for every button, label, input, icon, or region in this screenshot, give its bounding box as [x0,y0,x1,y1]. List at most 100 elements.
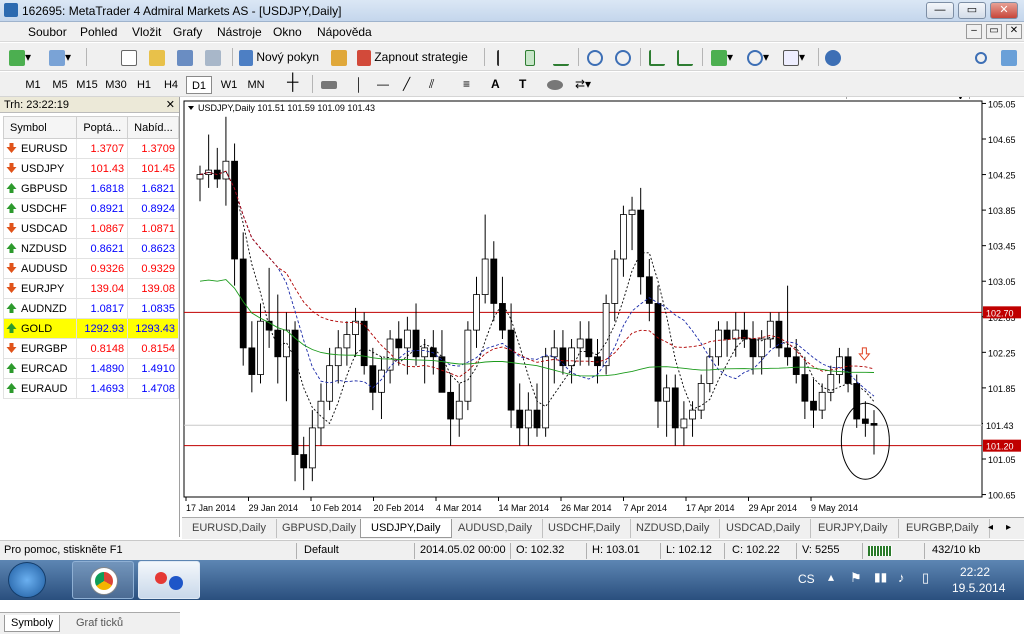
menu-vlozit[interactable]: Vložit [132,25,161,39]
channel-icon[interactable]: ⫽ [428,74,435,94]
tab-audusd[interactable]: AUDUSD,Daily [448,519,543,538]
templates-button[interactable]: ▾ [782,47,806,67]
symbol-cell[interactable]: EURCAD [2,358,78,379]
autoscroll-icon[interactable] [648,47,666,67]
table-row[interactable]: AUDNZD 1.0817 1.0835 [2,298,179,319]
metaeditor-icon[interactable] [330,47,348,67]
profiles-button[interactable]: ▾ [48,47,72,67]
tab-eurjpy[interactable]: EURJPY,Daily [808,519,899,538]
battery-icon[interactable]: ▯ [922,570,929,586]
vertical-line-icon[interactable] [350,74,361,94]
zoom-out-icon[interactable] [614,47,632,67]
volume-icon[interactable]: ♪ [898,570,905,585]
tf-h4[interactable]: H4 [158,76,184,94]
indicators-button[interactable]: ▾ [710,47,734,67]
chart-window[interactable]: 105.05 104.65 104.25 103.85 103.45 103.05 102.… [182,99,1024,517]
periods-button[interactable]: ▾ [746,47,770,67]
autotrading-button[interactable]: Zapnout strategie [356,47,473,67]
taskbar-metatrader[interactable] [138,561,200,599]
tester-icon[interactable] [204,47,222,67]
cursor-rect-icon[interactable] [320,74,338,94]
col-symbol[interactable]: Symbol [2,116,78,139]
tf-m1[interactable]: M1 [20,76,46,94]
zoom-in-icon[interactable] [586,47,604,67]
menu-okno[interactable]: Okno [273,25,302,39]
options-gear-icon[interactable] [824,47,842,67]
tab-usdcad[interactable]: USDCAD,Daily [716,519,811,538]
taskbar-chrome[interactable] [72,561,134,599]
table-row[interactable]: EURCAD 1.4890 1.4910 [2,358,179,379]
table-row[interactable]: USDCHF 0.8921 0.8924 [2,198,179,219]
fibonacci-icon[interactable]: ≡ [462,74,471,94]
tab-usdchf[interactable]: USDCHF,Daily [538,519,632,538]
navigator-icon[interactable] [148,47,166,67]
table-row[interactable]: USDCAD 1.0867 1.0871 [2,218,179,239]
tf-h1[interactable]: H1 [131,76,157,94]
maximize-button[interactable]: ▭ [958,2,986,19]
tf-m30[interactable]: M30 [103,76,129,94]
tf-w1[interactable]: W1 [216,76,242,94]
tab-tick-chart[interactable]: Graf ticků [70,615,129,631]
flag-icon[interactable]: ⚑ [850,570,862,586]
tab-scroll-left-icon[interactable]: ◂ [988,522,993,533]
menu-nastroje[interactable]: Nástroje [217,25,262,39]
table-row[interactable]: EURUSD 1.3707 1.3709 [2,138,179,159]
close-icon[interactable]: ✕ [166,98,175,111]
menu-napoveda[interactable]: Nápověda [317,25,372,39]
tab-eurusd[interactable]: EURUSD,Daily [182,519,277,538]
menu-grafy[interactable]: Grafy [173,25,202,39]
clock-date[interactable]: 19.5.2014 [952,581,1005,595]
symbol-cell[interactable]: NZDUSD [2,238,78,259]
symbol-cell[interactable]: EURUSD [2,138,78,159]
text-icon[interactable]: A [490,74,501,94]
tf-m5[interactable]: M5 [47,76,73,94]
table-row[interactable]: GOLD 1292.93 1293.43 [2,318,179,339]
candlestick-icon[interactable] [524,47,536,67]
tray-arrow-icon[interactable]: ▴ [828,570,834,584]
text-label-icon[interactable]: T [518,74,527,94]
horizontal-line-icon[interactable]: — [376,74,390,94]
minimize-button[interactable]: — [926,2,954,19]
crosshair-toolbar-icon[interactable] [120,47,138,67]
tab-nzdusd[interactable]: NZDUSD,Daily [626,519,721,538]
symbol-cell[interactable]: USDJPY [2,158,78,179]
close-button[interactable]: ✕ [990,2,1018,19]
language-indicator[interactable]: CS [798,572,815,586]
network-icon[interactable]: ▮▮ [874,570,887,584]
tab-eurgbp[interactable]: EURGBP,Daily [896,519,990,538]
price-chart[interactable]: 105.05 104.65 104.25 103.85 103.45 103.05 102.… [182,99,1024,517]
arrows-icon[interactable]: ⇄▾ [574,74,592,94]
table-row[interactable]: AUDUSD 0.9326 0.9329 [2,258,179,279]
tab-symbols[interactable]: Symboly [4,615,61,632]
table-row[interactable]: USDJPY 101.43 101.45 [2,158,179,179]
table-row[interactable]: GBPUSD 1.6818 1.6821 [2,178,179,199]
new-chart-button[interactable]: ▾ [8,47,32,67]
crosshair-icon[interactable]: ┼ [286,74,299,94]
symbol-cell[interactable]: AUDNZD [2,298,78,319]
bar-chart-icon[interactable] [496,47,514,67]
tab-gbpusd[interactable]: GBPUSD,Daily [272,519,367,538]
symbol-cell[interactable]: GOLD [2,318,78,339]
col-bid[interactable]: Poptá... [76,116,129,139]
symbol-cell[interactable]: USDCAD [2,218,78,239]
ellipse-icon[interactable] [546,74,564,94]
menu-soubor[interactable]: Soubor [28,25,67,39]
symbol-cell[interactable]: EURAUD [2,378,78,399]
table-row[interactable]: EURAUD 1.4693 1.4708 [2,378,179,399]
col-ask[interactable]: Nabíd... [127,116,179,139]
tf-mn[interactable]: MN [243,76,269,94]
mdi-restore-icon[interactable]: ▭ [986,24,1002,39]
mdi-close-icon[interactable]: ✕ [1006,24,1022,39]
tab-scroll-right-icon[interactable]: ▸ [1006,522,1011,533]
table-row[interactable]: EURJPY 139.04 139.08 [2,278,179,299]
terminal-icon[interactable] [176,47,194,67]
tf-m15[interactable]: M15 [74,76,100,94]
line-chart-icon[interactable] [552,47,570,67]
start-button-icon[interactable] [8,562,46,598]
tab-usdjpy[interactable]: USDJPY,Daily [360,519,452,538]
symbol-cell[interactable]: GBPUSD [2,178,78,199]
table-row[interactable]: EURGBP 0.8148 0.8154 [2,338,179,359]
menu-pohled[interactable]: Pohled [80,25,117,39]
new-order-button[interactable]: Nový pokyn [238,47,324,67]
symbol-cell[interactable]: USDCHF [2,198,78,219]
